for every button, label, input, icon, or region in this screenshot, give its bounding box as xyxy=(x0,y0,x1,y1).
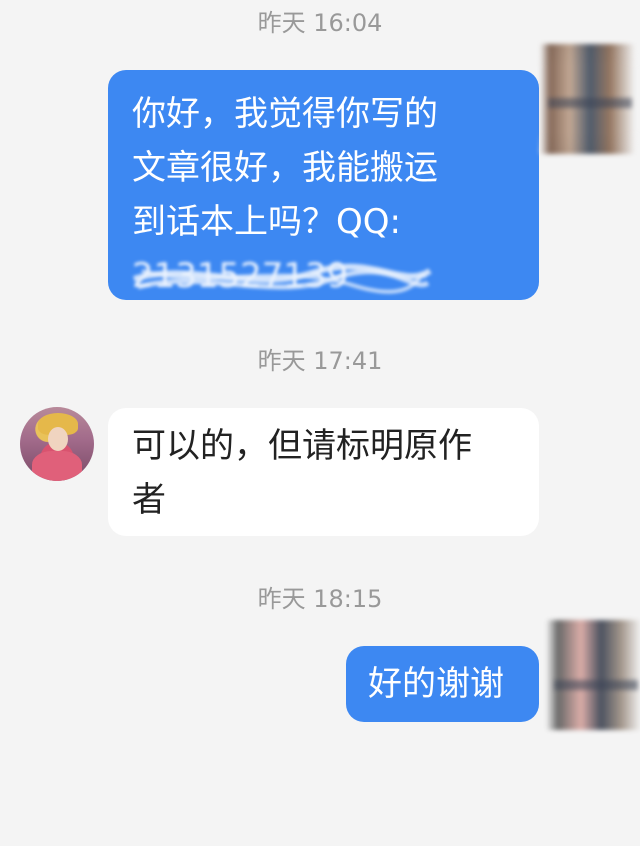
sent-message-bubble[interactable]: 你好，我觉得你写的 文章很好，我能搬运 到话本上吗？QQ: 2131527139 xyxy=(108,70,539,300)
received-message-bubble[interactable]: 可以的，但请标明原作 者 xyxy=(108,408,539,536)
message-text-line: 好的谢谢 xyxy=(368,664,504,704)
message-text-line: 可以的，但请标明原作 xyxy=(132,426,472,466)
message-timestamp: 昨天 17:41 xyxy=(257,347,383,375)
message-text-line: 到话本上吗？QQ: xyxy=(132,202,401,242)
avatar-figure-face xyxy=(48,427,68,451)
redaction-scribble xyxy=(133,263,432,294)
message-text-line: 你好，我觉得你写的 xyxy=(132,94,438,134)
message-timestamp: 昨天 18:15 xyxy=(257,585,383,613)
blurred-avatar-icon[interactable] xyxy=(540,44,640,154)
chat-conversation: 昨天 16:04 你好，我觉得你写的 文章很好，我能搬运 到话本上吗？QQ: 2… xyxy=(0,0,640,846)
message-text-line: 文章很好，我能搬运 xyxy=(132,148,438,188)
avatar-figure-body xyxy=(32,451,82,481)
message-timestamp: 昨天 16:04 xyxy=(257,9,383,37)
avatar-detail xyxy=(548,98,632,108)
avatar-detail xyxy=(554,680,638,690)
obscured-qq-number: 2131527139 xyxy=(132,249,515,303)
blurred-avatar-icon[interactable] xyxy=(546,620,640,730)
anime-character-avatar-icon[interactable] xyxy=(20,407,94,481)
sent-message-bubble[interactable]: 好的谢谢 xyxy=(346,646,539,722)
message-text-line: 者 xyxy=(132,480,166,520)
